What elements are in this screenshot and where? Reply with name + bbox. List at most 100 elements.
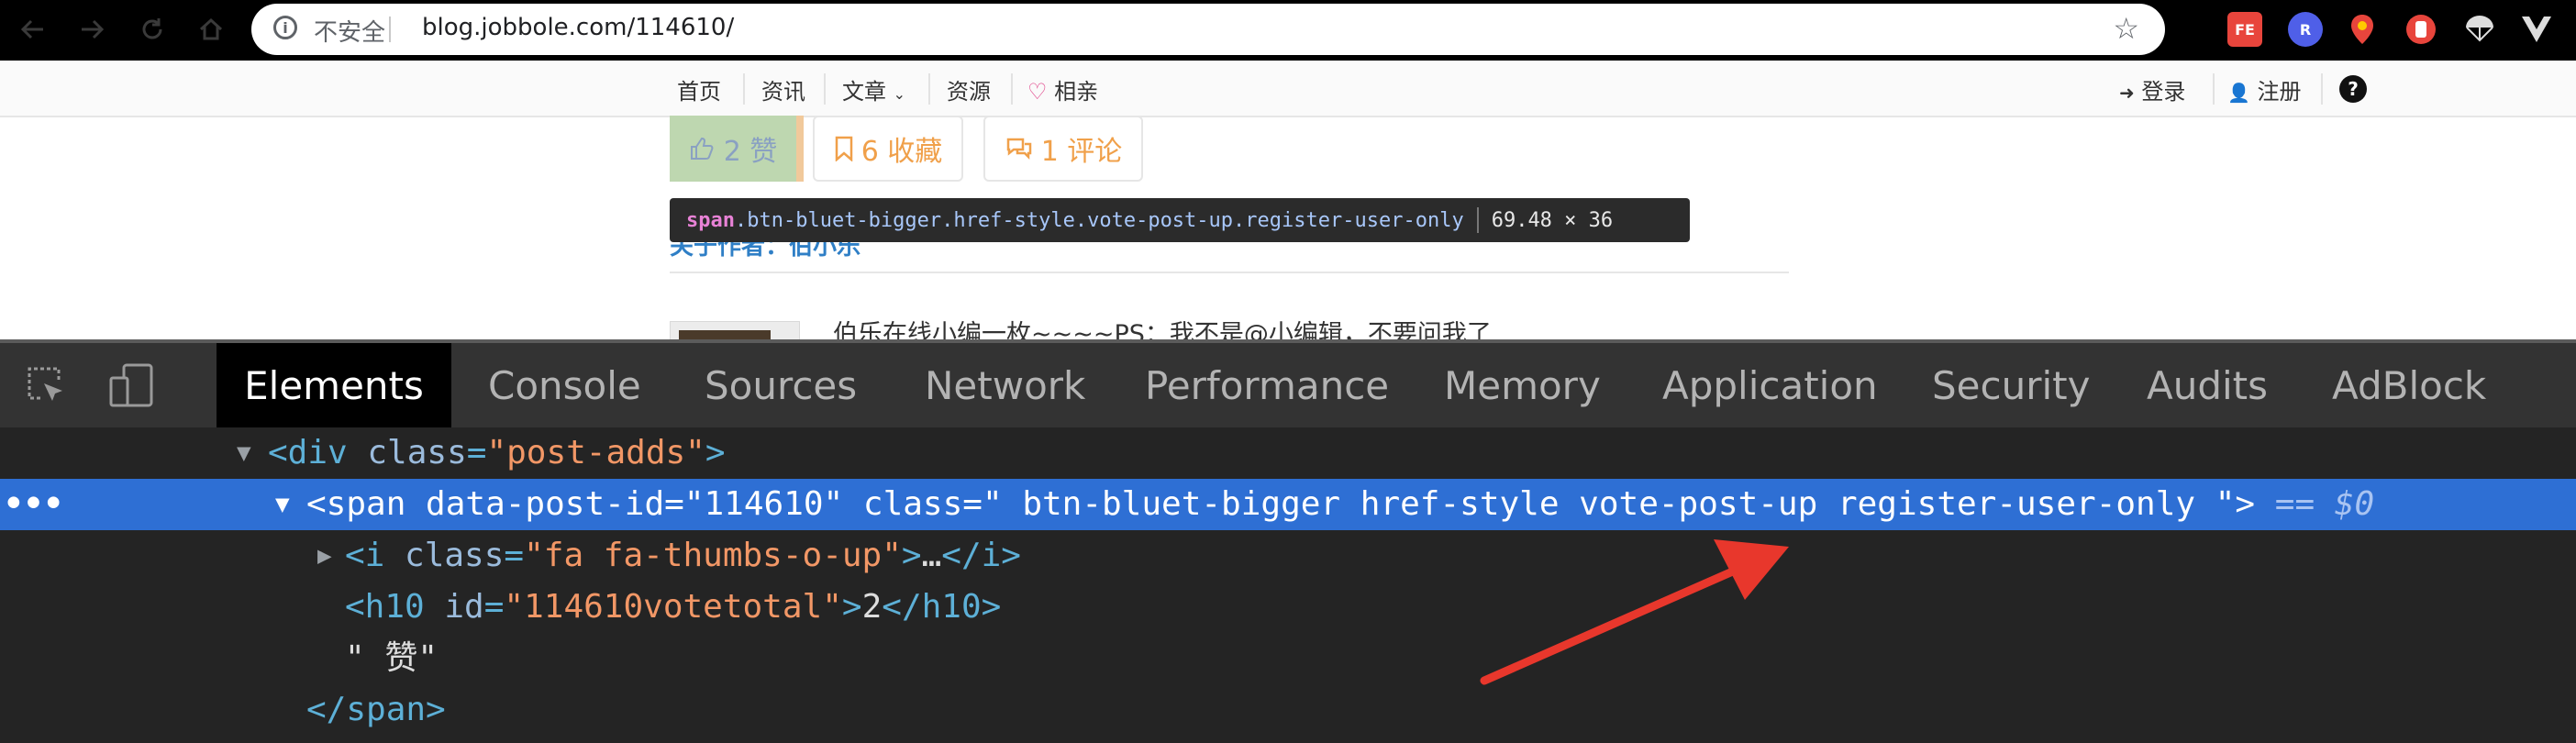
vote-count: 2 赞 [723, 136, 778, 168]
code-token-tag: <span [306, 485, 427, 523]
tab-network[interactable]: Network [925, 343, 1085, 427]
nav-item-articles[interactable]: 文章 ⌄ [842, 73, 905, 105]
login-label: 登录 [2141, 79, 2186, 105]
selected-node-marker: == $0 [2255, 485, 2375, 523]
code-token-tag: <i [345, 537, 405, 574]
code-token-val: "114610" [683, 485, 844, 523]
browser-toolbar: i 不安全 blog.jobbole.com/114610/ ☆ FE R [0, 0, 2576, 61]
code-token-attr: class [405, 537, 505, 574]
tab-sources[interactable]: Sources [705, 343, 857, 427]
sign-in-icon: ➜ [2119, 82, 2135, 104]
inspect-element-icon[interactable] [20, 360, 72, 411]
favorite-count: 6 收藏 [861, 136, 943, 168]
hand-extension-icon[interactable] [2404, 12, 2438, 47]
nav-item-resources[interactable]: 资源 [947, 73, 991, 105]
vote-up-button[interactable]: 2 赞 [670, 116, 804, 182]
help-icon[interactable]: ? [2339, 75, 2367, 103]
back-icon[interactable] [13, 9, 53, 50]
comment-count: 1 评论 [1040, 136, 1123, 168]
r-extension-icon[interactable]: R [2288, 12, 2323, 47]
parachute-extension-icon[interactable] [2462, 12, 2497, 47]
home-icon[interactable] [191, 9, 231, 50]
tooltip-size: 69.48 × 36 [1491, 208, 1614, 232]
tooltip-classes: .btn-bluet-bigger.href-style.vote-post-u… [734, 208, 1464, 232]
collapse-triangle-icon[interactable]: ▼ [275, 479, 290, 530]
tab-application[interactable]: Application [1662, 343, 1878, 427]
code-token-tag [843, 485, 863, 523]
dom-node[interactable]: ▼ <div class="post-adds"> [0, 427, 2576, 479]
code-token-txt: " 赞" [345, 639, 439, 677]
dom-node-markup: " 赞" [345, 633, 438, 684]
nav-item-news[interactable]: 资讯 [761, 73, 805, 105]
fe-extension-icon[interactable]: FE [2227, 12, 2262, 47]
dom-node[interactable]: ▶ <i class="fa fa-thumbs-o-up">…</i> [0, 530, 2576, 582]
code-token-tag: > [901, 537, 922, 574]
code-token-val: "post-adds" [486, 434, 705, 471]
code-token-attr: id [444, 588, 484, 626]
dom-node[interactable]: " 赞" [0, 633, 2576, 684]
code-token-txt: … [921, 537, 942, 574]
favorite-button[interactable]: 6 收藏 [813, 116, 963, 182]
collapse-triangle-icon[interactable]: ▼ [237, 427, 251, 479]
security-label[interactable]: 不安全 [314, 14, 385, 48]
dom-node-markup: <h10 id="114610votetotal">2</h10> [345, 582, 1001, 633]
nav-divider [1011, 73, 1013, 105]
code-token-attr: class [367, 434, 467, 471]
device-toolbar-icon[interactable] [106, 360, 158, 411]
nav-divider [2213, 73, 2215, 105]
nav-divider [928, 73, 930, 105]
info-icon[interactable]: i [273, 16, 297, 39]
nav-item-home[interactable]: 首页 [677, 73, 721, 105]
dom-tree[interactable]: ▼ <div class="post-adds"> ••• ▼ <span data-p… [0, 427, 2576, 743]
code-token-val: "fa fa-thumbs-o-up" [524, 537, 902, 574]
nav-item-articles-label: 文章 [842, 79, 886, 105]
tab-performance[interactable]: Performance [1145, 343, 1389, 427]
login-link[interactable]: ➜ 登录 [2119, 73, 2185, 105]
tab-elements[interactable]: Elements [217, 343, 451, 427]
code-token-tag: > [2235, 485, 2256, 523]
code-token-txt: 2 [861, 588, 883, 626]
url-divider [389, 17, 391, 42]
inspect-tooltip: span .btn-bluet-bigger.href-style.vote-po… [670, 198, 1690, 242]
tab-memory[interactable]: Memory [1444, 343, 1601, 427]
dom-node[interactable]: <h10 id="114610votetotal">2</h10> [0, 582, 2576, 633]
chevron-down-icon: ⌄ [893, 85, 906, 103]
bookmark-star-icon[interactable]: ☆ [2113, 11, 2139, 46]
bookmark-icon [835, 136, 852, 161]
thumbs-up-icon [690, 137, 714, 160]
code-token-tag: = [483, 588, 505, 626]
reload-icon[interactable] [132, 9, 172, 50]
nav-item-dating[interactable]: ♡ 相亲 [1027, 73, 1098, 105]
comments-icon [1006, 138, 1031, 161]
user-plus-icon: 👤 [2227, 82, 2250, 104]
forward-icon[interactable] [72, 9, 112, 50]
dom-node-markup: </span> [306, 684, 446, 736]
vue-extension-icon[interactable] [2519, 12, 2554, 47]
tab-audits[interactable]: Audits [2147, 343, 2268, 427]
code-token-tag: <h10 [345, 588, 445, 626]
node-menu-icon[interactable]: ••• [4, 479, 63, 530]
code-token-attr: data-post-id [426, 485, 665, 523]
heart-icon: ♡ [1027, 79, 1048, 105]
code-token-tag: = [504, 537, 525, 574]
dom-node-selected[interactable]: ••• ▼ <span data-post-id="114610" class=" … [0, 479, 2576, 530]
code-token-tag: <div [268, 434, 368, 471]
code-token-val: "114610votetotal" [504, 588, 842, 626]
dom-node-markup: <i class="fa fa-thumbs-o-up">…</i> [345, 530, 1021, 582]
nav-divider [824, 73, 826, 105]
tab-security[interactable]: Security [1932, 343, 2090, 427]
tab-adblock[interactable]: AdBlock [2332, 343, 2486, 427]
url-text[interactable]: blog.jobbole.com/114610/ [422, 14, 734, 41]
code-token-val: " btn-bluet-bigger href-style vote-post-… [982, 485, 2236, 523]
dom-node-markup: <div class="post-adds"> [268, 427, 726, 479]
register-link[interactable]: 👤 注册 [2227, 73, 2302, 105]
dom-node[interactable]: </span> [0, 684, 2576, 736]
map-pin-extension-icon[interactable] [2345, 12, 2380, 47]
comment-button[interactable]: 1 评论 [983, 116, 1143, 182]
register-label: 注册 [2257, 79, 2302, 105]
expand-triangle-icon[interactable]: ▶ [317, 530, 332, 582]
tab-console[interactable]: Console [488, 343, 641, 427]
address-bar[interactable]: i 不安全 blog.jobbole.com/114610/ ☆ [251, 4, 2165, 55]
code-token-tag: > [705, 434, 726, 471]
code-token-tag: </i> [941, 537, 1021, 574]
